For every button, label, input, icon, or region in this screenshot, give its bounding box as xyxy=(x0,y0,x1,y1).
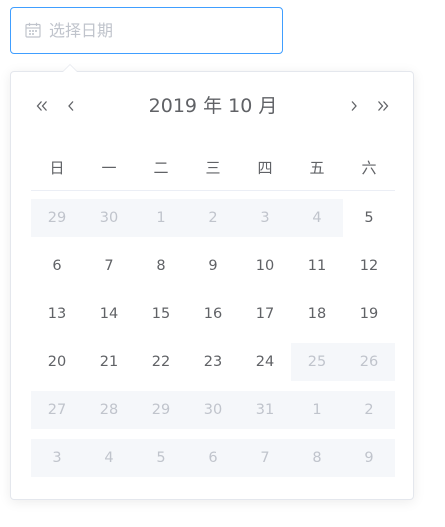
day-cell[interactable]: 18 xyxy=(291,295,343,333)
date-picker-panel: 2019 年 10 月 日 一 二 三 四 五 六 29 30 1 2 3 4 5 6 7 8 9 1… xyxy=(10,64,414,500)
week-row: 27 28 29 30 31 1 2 xyxy=(31,391,395,429)
day-cell-disabled: 3 xyxy=(31,439,83,477)
day-cell-disabled: 8 xyxy=(291,439,343,477)
picker-header-label[interactable]: 2019 年 10 月 xyxy=(111,93,315,119)
weekday-label: 六 xyxy=(361,159,377,177)
day-cell[interactable]: 16 xyxy=(187,295,239,333)
week-row: 3456789 xyxy=(31,439,395,477)
day-cell[interactable]: 5 xyxy=(343,199,395,237)
day-grid: 29 30 1 2 3 4 5 6 7 8 9 10 11 12 13 14 15 16 17 18 19 20 21 22 2… xyxy=(31,199,395,487)
day-cell-disabled: 1 xyxy=(135,199,187,237)
week-row: 20 21 22 23 24 25 26 xyxy=(31,343,395,381)
day-cell[interactable]: 6 xyxy=(31,247,83,285)
day-cell-disabled: 29 xyxy=(31,199,83,237)
day-cell-disabled: 5 xyxy=(135,439,187,477)
weekday-label: 四 xyxy=(257,159,273,177)
day-cell-disabled: 28 xyxy=(83,391,135,429)
day-cell-disabled: 25 xyxy=(291,343,343,381)
weekday-label: 二 xyxy=(153,159,169,177)
day-cell[interactable]: 24 xyxy=(239,343,291,381)
date-input[interactable]: 选择日期 xyxy=(10,7,283,54)
weekday-label: 日 xyxy=(49,159,65,177)
day-cell[interactable]: 9 xyxy=(187,247,239,285)
week-row: 6 7 8 9 10 11 12 xyxy=(31,247,395,285)
day-cell-disabled: 6 xyxy=(187,439,239,477)
weekday-label: 一 xyxy=(101,159,117,177)
week-row: 13 14 15 16 17 18 19 xyxy=(31,295,395,333)
day-cell[interactable]: 17 xyxy=(239,295,291,333)
double-chevron-right-icon xyxy=(376,99,390,113)
day-cell[interactable]: 19 xyxy=(343,295,395,333)
day-cell-disabled: 2 xyxy=(343,391,395,429)
chevron-left-icon xyxy=(64,99,78,113)
day-cell-disabled: 7 xyxy=(239,439,291,477)
day-cell-disabled: 4 xyxy=(291,199,343,237)
double-chevron-left-icon xyxy=(35,99,49,113)
weekday-header-row: 日 一 二 三 四 五 六 xyxy=(31,150,395,191)
day-cell-disabled: 27 xyxy=(31,391,83,429)
day-cell-disabled: 2 xyxy=(187,199,239,237)
day-cell-disabled: 29 xyxy=(135,391,187,429)
day-cell[interactable]: 12 xyxy=(343,247,395,285)
day-cell-disabled: 9 xyxy=(343,439,395,477)
day-cell-disabled: 30 xyxy=(83,199,135,237)
day-cell[interactable]: 13 xyxy=(31,295,83,333)
day-cell-disabled: 4 xyxy=(83,439,135,477)
weekday-label: 五 xyxy=(309,159,325,177)
day-cell[interactable]: 11 xyxy=(291,247,343,285)
day-cell[interactable]: 10 xyxy=(239,247,291,285)
day-cell[interactable]: 7 xyxy=(83,247,135,285)
chevron-right-icon xyxy=(347,99,361,113)
day-cell[interactable]: 8 xyxy=(135,247,187,285)
day-cell[interactable]: 21 xyxy=(83,343,135,381)
day-cell-disabled: 31 xyxy=(239,391,291,429)
calendar-icon xyxy=(24,21,42,39)
day-cell[interactable]: 15 xyxy=(135,295,187,333)
day-cell[interactable]: 22 xyxy=(135,343,187,381)
prev-month-button[interactable] xyxy=(58,93,84,119)
next-year-button[interactable] xyxy=(370,93,396,119)
day-cell[interactable]: 23 xyxy=(187,343,239,381)
day-cell-disabled: 26 xyxy=(343,343,395,381)
day-cell-disabled: 1 xyxy=(291,391,343,429)
day-cell[interactable]: 14 xyxy=(83,295,135,333)
prev-year-button[interactable] xyxy=(29,93,55,119)
day-cell[interactable]: 20 xyxy=(31,343,83,381)
day-cell-disabled: 30 xyxy=(187,391,239,429)
next-month-button[interactable] xyxy=(341,93,367,119)
week-row: 29 30 1 2 3 4 5 xyxy=(31,199,395,237)
weekday-label: 三 xyxy=(205,159,221,177)
date-input-placeholder: 选择日期 xyxy=(49,21,114,40)
day-cell-disabled: 3 xyxy=(239,199,291,237)
